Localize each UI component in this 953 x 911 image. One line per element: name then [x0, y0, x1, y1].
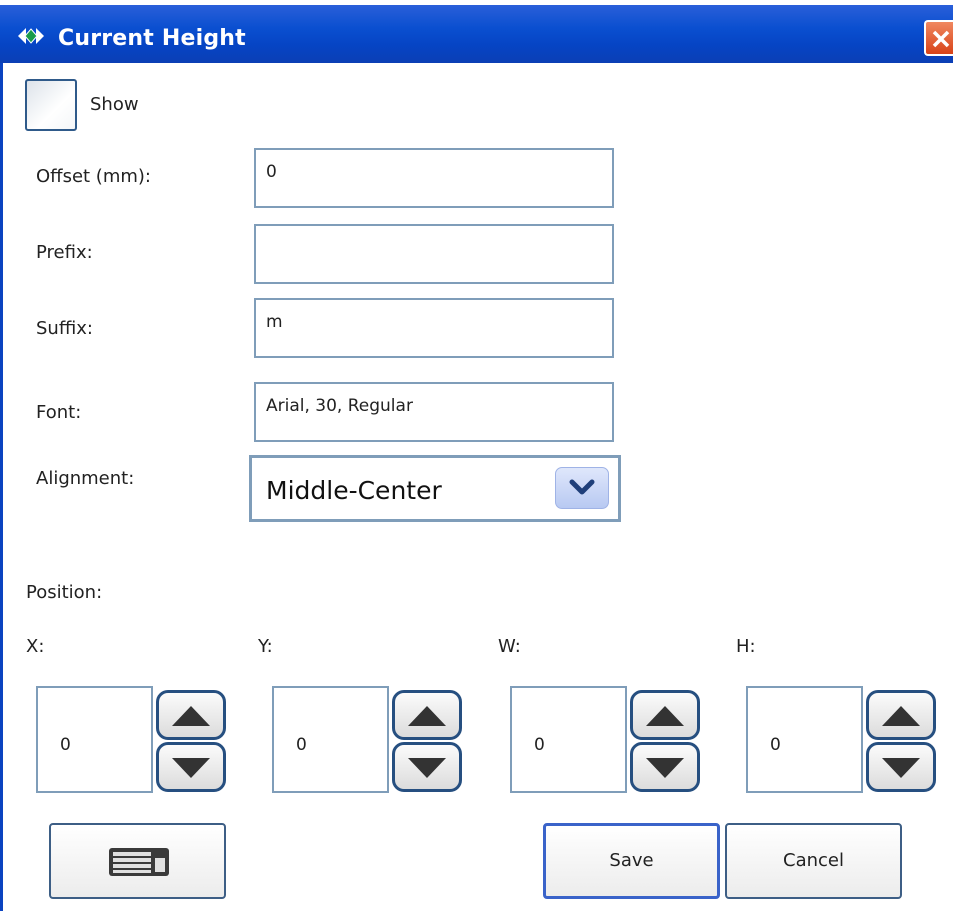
app-icon [16, 25, 46, 47]
keyboard-icon [109, 848, 169, 876]
h-increment-button[interactable] [866, 690, 936, 740]
window-title: Current Height [58, 26, 246, 51]
font-label: Font: [36, 402, 82, 423]
suffix-label: Suffix: [36, 318, 93, 339]
x-input[interactable]: 0 [36, 686, 153, 793]
arrow-up-icon [408, 706, 446, 726]
x-increment-button[interactable] [156, 690, 226, 740]
keyboard-button[interactable] [49, 823, 226, 899]
arrow-down-icon [408, 758, 446, 778]
w-decrement-button[interactable] [630, 742, 700, 792]
save-button[interactable]: Save [543, 823, 720, 899]
offset-input[interactable]: 0 [254, 148, 614, 208]
alignment-label: Alignment: [36, 468, 135, 489]
y-value: 0 [296, 735, 307, 755]
y-label: Y: [258, 636, 273, 657]
prefix-label: Prefix: [36, 242, 93, 263]
alignment-select[interactable]: Middle-Center [249, 455, 621, 522]
window-border-left [0, 63, 3, 911]
h-value: 0 [770, 735, 781, 755]
arrow-down-icon [882, 758, 920, 778]
arrow-up-icon [646, 706, 684, 726]
h-input[interactable]: 0 [746, 686, 863, 793]
x-value: 0 [60, 735, 71, 755]
arrow-up-icon [882, 706, 920, 726]
x-decrement-button[interactable] [156, 742, 226, 792]
prefix-input[interactable] [254, 224, 614, 284]
show-label: Show [90, 94, 139, 115]
font-input[interactable]: Arial, 30, Regular [254, 382, 614, 442]
w-increment-button[interactable] [630, 690, 700, 740]
offset-label: Offset (mm): [36, 166, 151, 187]
chevron-down-icon [569, 479, 595, 495]
w-value: 0 [534, 735, 545, 755]
title-bar: Current Height [0, 0, 953, 80]
position-label: Position: [26, 582, 103, 603]
alignment-dropdown-button[interactable] [555, 467, 609, 509]
suffix-input[interactable]: m [254, 298, 614, 358]
h-label: H: [736, 636, 756, 657]
x-label: X: [26, 636, 45, 657]
alignment-value: Middle-Center [266, 476, 442, 505]
arrow-down-icon [646, 758, 684, 778]
close-button[interactable] [924, 20, 953, 56]
arrow-up-icon [172, 706, 210, 726]
show-checkbox[interactable] [25, 79, 77, 131]
y-increment-button[interactable] [392, 690, 462, 740]
cancel-button[interactable]: Cancel [725, 823, 902, 899]
arrow-down-icon [172, 758, 210, 778]
y-input[interactable]: 0 [272, 686, 389, 793]
h-decrement-button[interactable] [866, 742, 936, 792]
y-decrement-button[interactable] [392, 742, 462, 792]
w-input[interactable]: 0 [510, 686, 627, 793]
w-label: W: [498, 636, 521, 657]
close-icon [932, 30, 950, 48]
